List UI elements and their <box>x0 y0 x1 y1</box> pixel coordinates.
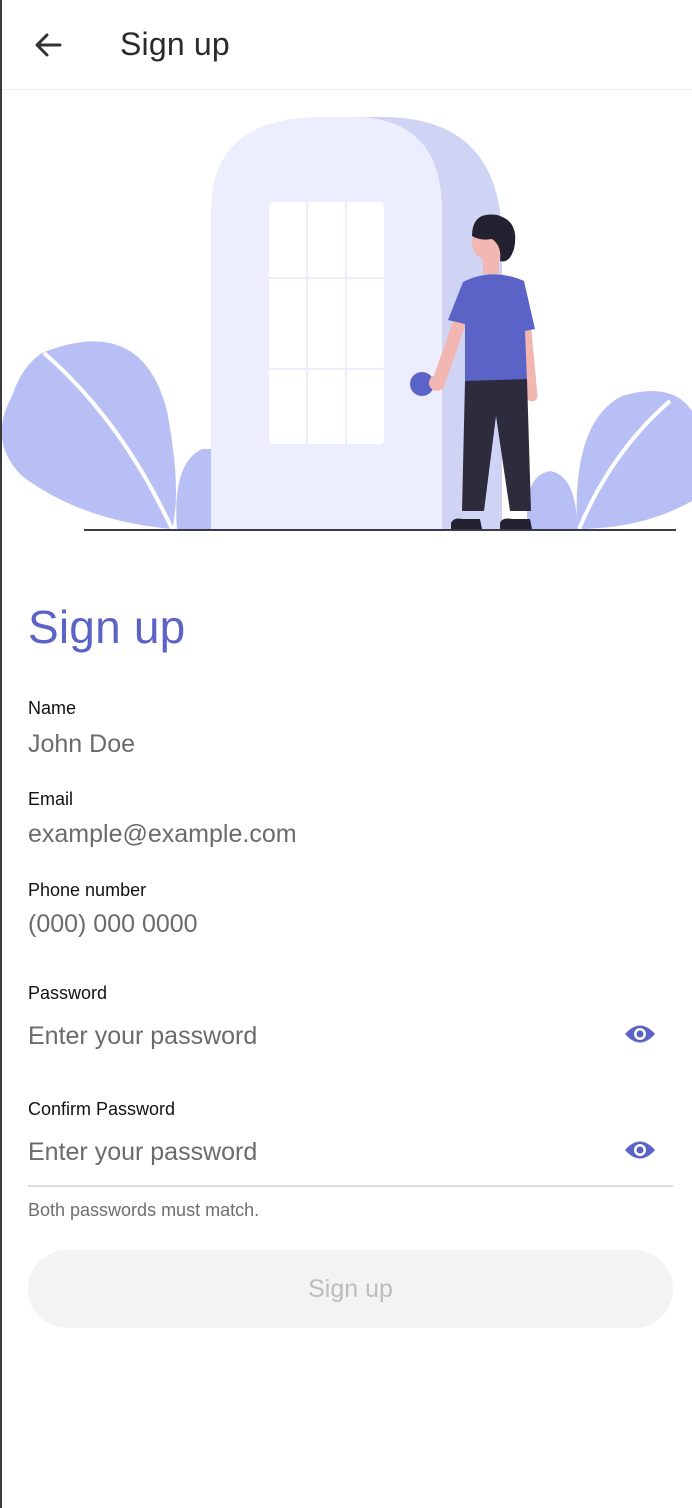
email-label: Email <box>28 789 74 809</box>
person-at-door-illustration <box>2 117 692 531</box>
name-label: Name <box>28 698 77 718</box>
app-bar: Sign up <box>2 0 692 90</box>
eye-icon <box>625 1025 655 1043</box>
right-small-leaf <box>526 471 577 529</box>
arrow-left-icon <box>35 33 62 57</box>
confirm-password-input[interactable] <box>28 1136 588 1168</box>
confirm-password-visibility-toggle[interactable] <box>622 1136 658 1164</box>
app-bar-title: Sign up <box>120 26 230 62</box>
eye-icon <box>625 1141 655 1159</box>
password-input[interactable] <box>28 1020 588 1052</box>
door-window <box>269 202 384 444</box>
password-label: Password <box>28 983 108 1003</box>
sign-up-button[interactable]: Sign up <box>28 1250 673 1328</box>
left-small-leaf <box>176 449 211 529</box>
confirm-password-label: Confirm Password <box>28 1099 176 1119</box>
right-leaf <box>576 391 692 529</box>
password-visibility-toggle[interactable] <box>622 1020 658 1048</box>
form-heading: Sign up <box>28 601 186 653</box>
confirm-password-underline <box>28 1185 673 1187</box>
phone-field[interactable]: (000) 000 0000 <box>28 910 198 939</box>
back-button[interactable] <box>30 27 66 63</box>
email-field[interactable]: example@example.com <box>28 820 297 849</box>
left-leaf <box>2 341 176 529</box>
phone-label: Phone number <box>28 880 147 900</box>
name-field[interactable]: John Doe <box>28 730 135 759</box>
password-helper-text: Both passwords must match. <box>28 1200 260 1220</box>
